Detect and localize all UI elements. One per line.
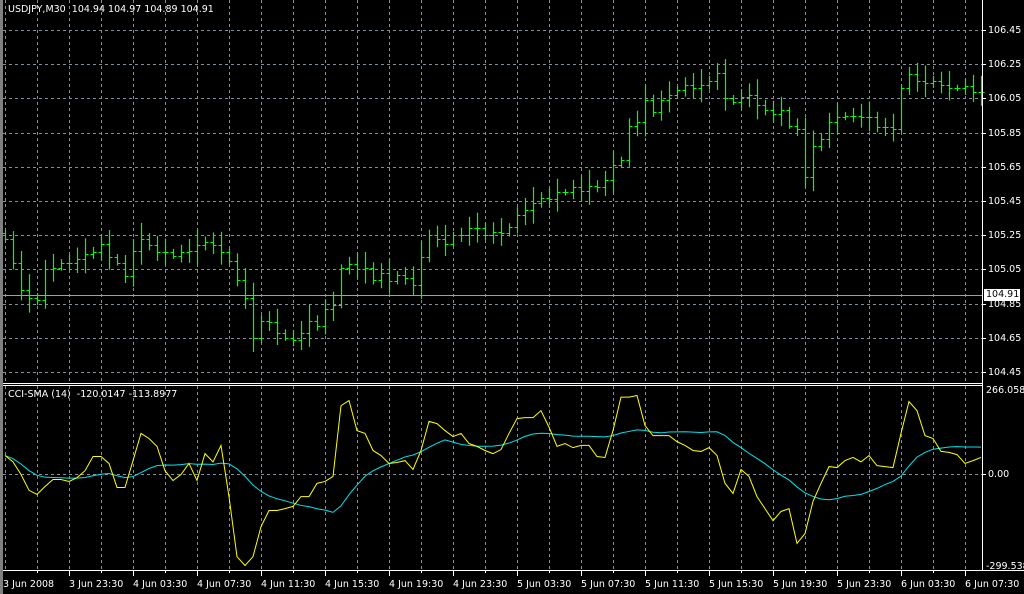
price-axis-label: 104.45 [988,366,1022,378]
time-axis-label: 4 Jun 19:30 [389,579,444,590]
time-axis-label: 6 Jun 07:30 [965,579,1020,590]
chart-title: USDJPY,M30 104.94 104.97 104.89 104.91 [8,4,214,15]
indicator-title: CCI-SMA (14) -120.0147 -113.8977 [8,389,177,400]
time-axis-label: 5 Jun 11:30 [645,579,700,590]
time-axis-label: 4 Jun 23:30 [453,579,508,590]
price-axis-label: 105.85 [988,127,1022,139]
chart-canvas[interactable] [0,0,1024,594]
indicator-lines [4,394,982,567]
time-axis-label: 4 Jun 15:30 [325,579,380,590]
time-axis-label: 5 Jun 23:30 [837,579,892,590]
indicator-min-label: -299.538 [986,561,1024,572]
sma-signal-line [4,429,982,513]
price-axis-label: 105.05 [988,263,1022,275]
time-axis-label: 3 Jun 23:30 [69,579,124,590]
symbol-timeframe: USDJPY,M30 [8,4,66,15]
time-axis-label: 3 Jun 2008 [3,579,55,590]
price-axis-label: 104.65 [988,332,1022,344]
price-axis-label: 105.45 [988,195,1022,207]
indicator-name: CCI-SMA (14) [8,389,71,400]
price-axis-label: 106.25 [988,58,1022,70]
time-axis-label: 4 Jun 11:30 [261,579,316,590]
time-axis-label: 4 Jun 07:30 [197,579,252,590]
time-axis-label: 5 Jun 19:30 [773,579,828,590]
indicator-max-label: 266.0584 [986,385,1024,396]
ohlc-readout: 104.94 104.97 104.89 104.91 [71,4,214,15]
indicator-zero-label: 0.00 [988,469,1010,480]
chart-window[interactable]: USDJPY,M30 104.94 104.97 104.89 104.91 C… [0,0,1024,594]
time-axis-label: 5 Jun 03:30 [517,579,572,590]
indicator-values: -120.0147 -113.8977 [76,389,178,400]
axes [3,0,1024,576]
cci-line [4,394,982,567]
grid [3,0,982,570]
price-axis-label: 105.65 [988,161,1022,173]
time-axis-label: 5 Jun 07:30 [581,579,636,590]
time-axis-label: 6 Jun 03:30 [901,579,956,590]
price-axis-label: 104.85 [988,298,1022,310]
price-axis-label: 106.45 [988,24,1022,36]
price-axis-label: 105.25 [988,229,1022,241]
price-axis-label: 106.05 [988,92,1022,104]
time-axis-label: 5 Jun 15:30 [709,579,764,590]
time-axis-label: 4 Jun 03:30 [133,579,188,590]
